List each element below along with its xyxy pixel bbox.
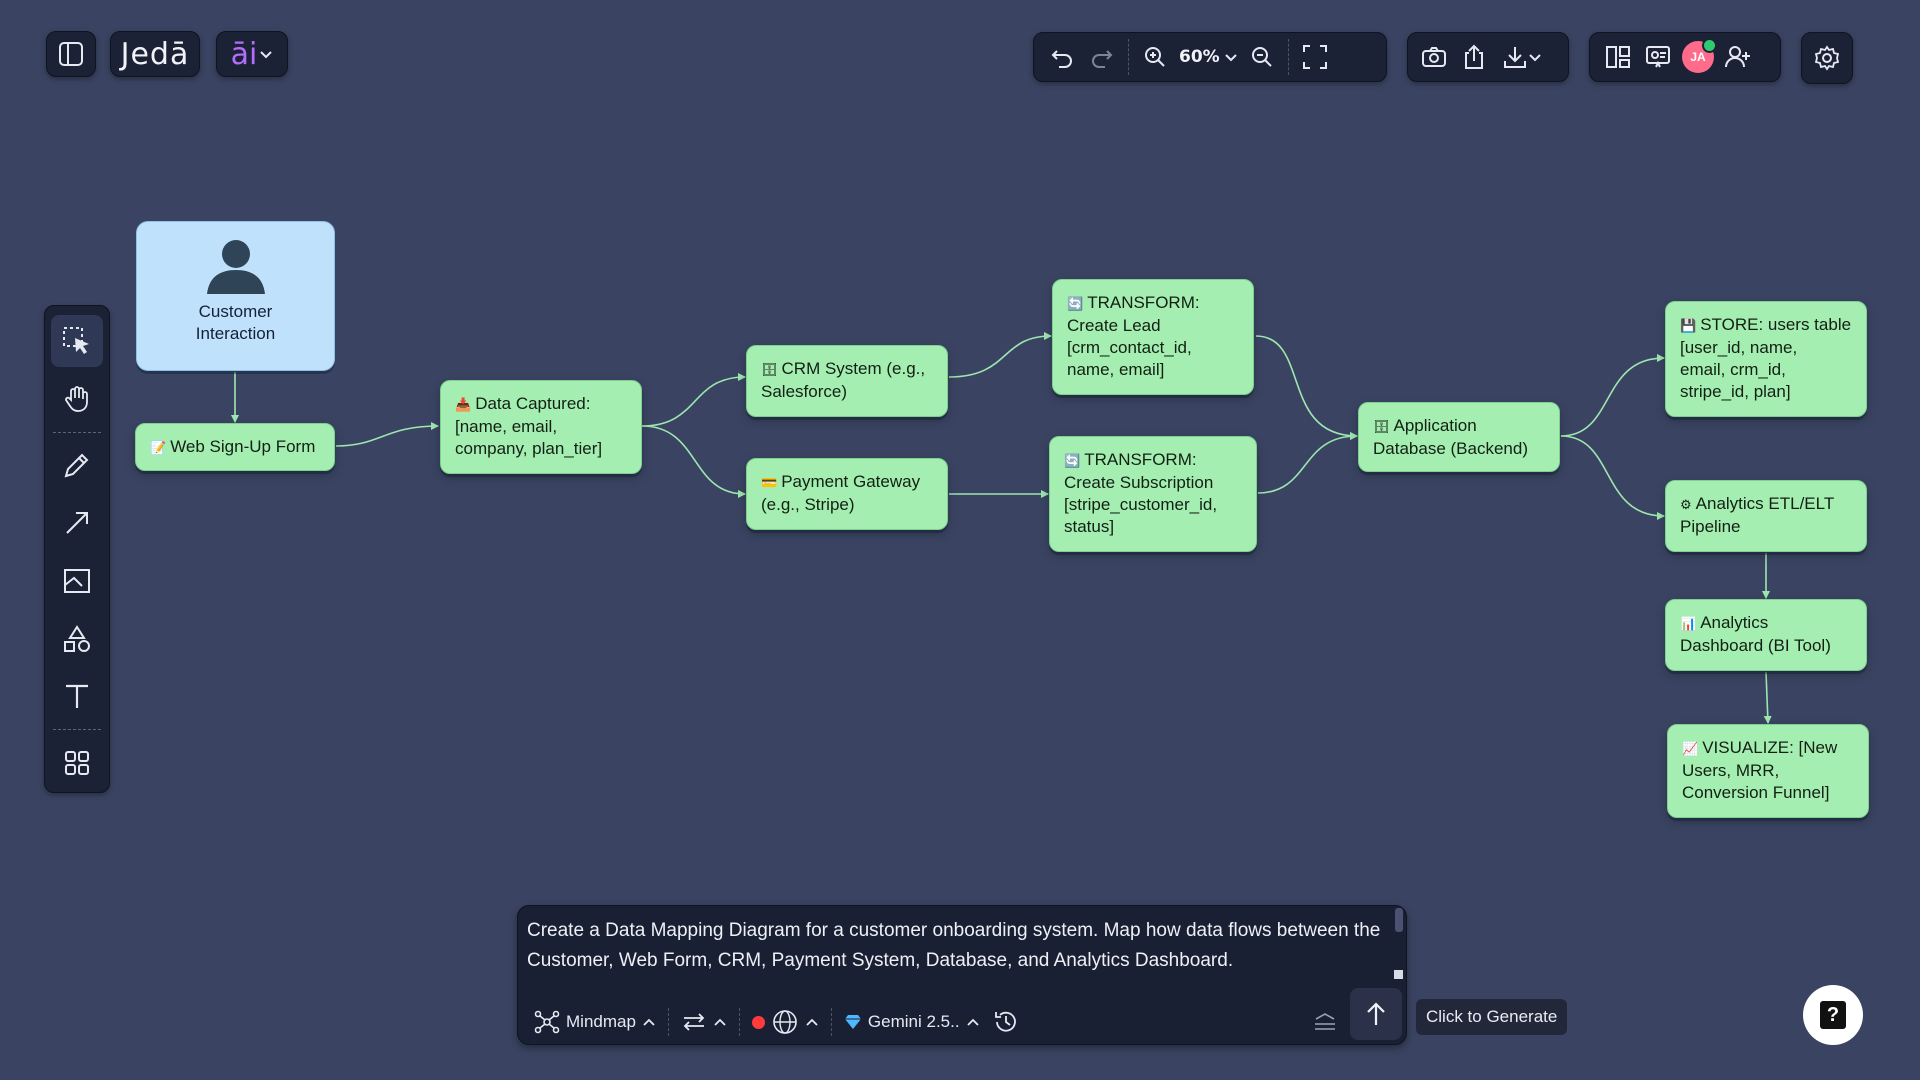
visualize-node[interactable]: 📈 VISUALIZE: [New Users, MRR, Conversion … — [1667, 724, 1869, 818]
edge-data-to-crm — [641, 373, 746, 427]
mode-selector[interactable]: Mindmap — [528, 1009, 662, 1035]
customer-interaction-node[interactable]: Customer Interaction — [136, 221, 335, 371]
edge-data-to-payment — [641, 425, 746, 498]
resize-handle[interactable] — [1394, 970, 1403, 979]
node-label: [crm_contact_id, — [1067, 338, 1192, 357]
node-label: CRM System (e.g., — [781, 359, 926, 378]
node-label: Application — [1393, 416, 1477, 435]
chevron-up-icon — [714, 1018, 726, 1026]
node-label: Create Lead — [1067, 316, 1161, 335]
chevron-up-icon — [643, 1018, 655, 1026]
memo-icon: 📝 — [150, 440, 167, 455]
mindmap-icon — [534, 1010, 560, 1034]
user-silhouette-icon — [206, 240, 265, 294]
gear-icon: ⚙ — [1680, 497, 1692, 512]
model-selector[interactable]: Gemini 2.5.. — [838, 1012, 986, 1032]
node-label: Payment Gateway — [781, 472, 921, 491]
refresh-icon: 🔄 — [1064, 453, 1081, 468]
cabinet-icon: 🗄 — [761, 362, 778, 377]
history-button[interactable] — [986, 1008, 1026, 1036]
credit-card-icon: 💳 — [761, 475, 778, 490]
trend-chart-icon: 📈 — [1682, 741, 1699, 756]
chevron-up-icon — [966, 1018, 979, 1026]
analytics-etl-node[interactable]: ⚙ Analytics ETL/ELT Pipeline — [1665, 480, 1867, 552]
prompt-input[interactable]: Create a Data Mapping Diagram for a cust… — [527, 916, 1387, 976]
collapse-panel-button[interactable] — [1306, 1010, 1344, 1034]
help-icon: ? — [1820, 1001, 1846, 1029]
node-label: email, crm_id, — [1680, 360, 1786, 379]
mode-label: Mindmap — [566, 1012, 636, 1031]
node-label: TRANSFORM: — [1084, 450, 1197, 469]
history-icon — [994, 1011, 1016, 1032]
scrollbar-thumb[interactable] — [1395, 908, 1403, 932]
generate-tooltip: Click to Generate — [1416, 999, 1568, 1035]
arrow-up-icon — [1367, 1002, 1385, 1025]
crm-system-node[interactable]: 🗄 CRM System (e.g., Salesforce) — [746, 345, 948, 417]
node-label: STORE: users table — [1700, 315, 1852, 334]
node-label: TRANSFORM: — [1087, 293, 1200, 312]
payment-gateway-node[interactable]: 💳 Payment Gateway (e.g., Stripe) — [746, 458, 948, 530]
gem-icon — [844, 1015, 861, 1029]
model-label: Gemini 2.5.. — [867, 1012, 960, 1031]
refresh-icon: 🔄 — [1067, 296, 1084, 311]
generate-button[interactable] — [1350, 988, 1402, 1040]
node-label: Users, MRR, — [1682, 761, 1780, 780]
edge-bi-to-visualize — [1763, 671, 1772, 724]
node-label: Dashboard (BI Tool) — [1680, 636, 1831, 655]
node-label: (e.g., Stripe) — [761, 495, 855, 514]
node-label: Interaction — [195, 324, 276, 343]
database-icon: 🗄 — [1373, 419, 1390, 434]
node-label: VISUALIZE: [New — [1702, 738, 1838, 757]
analytics-dashboard-node[interactable]: 📊 Analytics Dashboard (BI Tool) — [1665, 599, 1867, 671]
bar-chart-icon: 📊 — [1680, 616, 1697, 631]
node-label: Pipeline — [1680, 517, 1741, 536]
node-label: Database (Backend) — [1373, 439, 1528, 458]
node-label: name, email] — [1067, 360, 1165, 379]
node-label: [stripe_customer_id, — [1064, 495, 1218, 514]
node-label: Customer — [198, 302, 273, 321]
globe-www-icon — [773, 1010, 797, 1034]
swap-arrows-icon — [683, 1013, 705, 1031]
edge-db-to-store — [1560, 354, 1665, 437]
bar-divider — [667, 1008, 669, 1036]
ai-prompt-panel: Create a Data Mapping Diagram for a cust… — [517, 905, 1407, 1045]
web-signup-form-node[interactable]: 📝 Web Sign-Up Form — [135, 423, 335, 471]
node-label: Analytics — [1700, 613, 1769, 632]
node-label: Salesforce) — [761, 382, 847, 401]
edge-sub-to-db — [1257, 432, 1358, 494]
direction-selector[interactable] — [675, 1011, 733, 1033]
node-label: stripe_id, plan] — [1680, 382, 1791, 401]
node-label: [user_id, name, — [1680, 338, 1798, 357]
edge-webform-to-data — [335, 422, 439, 447]
prompt-options-bar: Mindmap Gemini 2.5.. — [528, 1002, 1396, 1042]
web-search-selector[interactable] — [746, 1008, 825, 1036]
data-captured-node[interactable]: 📥 Data Captured: [name, email, company, p… — [440, 380, 642, 474]
node-label: Data Captured: — [475, 394, 591, 413]
help-button[interactable]: ? — [1803, 985, 1863, 1045]
transform-lead-node[interactable]: 🔄 TRANSFORM: Create Lead [crm_contact_id,… — [1052, 279, 1254, 395]
inbox-icon: 📥 — [455, 397, 472, 412]
floppy-disk-icon: 💾 — [1680, 318, 1697, 333]
node-label: company, plan_tier] — [455, 439, 603, 458]
node-label: Create Subscription — [1064, 473, 1214, 492]
store-users-table-node[interactable]: 💾 STORE: users table [user_id, name, emai… — [1665, 301, 1867, 417]
chevron-up-icon — [806, 1018, 818, 1026]
collapse-lines-icon — [1315, 1013, 1335, 1030]
edge-crm-to-lead — [948, 332, 1052, 378]
node-label: Conversion Funnel] — [1682, 783, 1830, 802]
record-dot-icon — [751, 1015, 765, 1029]
application-database-node[interactable]: 🗄 Application Database (Backend) — [1358, 402, 1560, 472]
help-label: ? — [1826, 1003, 1840, 1026]
bar-divider — [830, 1008, 832, 1036]
node-label: Web Sign-Up Form — [170, 437, 316, 456]
node-label: [name, email, — [455, 417, 558, 436]
edge-lead-to-db — [1255, 335, 1358, 440]
transform-subscription-node[interactable]: 🔄 TRANSFORM: Create Subscription [stripe_… — [1049, 436, 1257, 552]
node-label: Analytics ETL/ELT — [1695, 494, 1835, 513]
bar-divider — [738, 1008, 740, 1036]
node-label: status] — [1064, 517, 1115, 536]
edge-db-to-etl — [1560, 435, 1665, 520]
